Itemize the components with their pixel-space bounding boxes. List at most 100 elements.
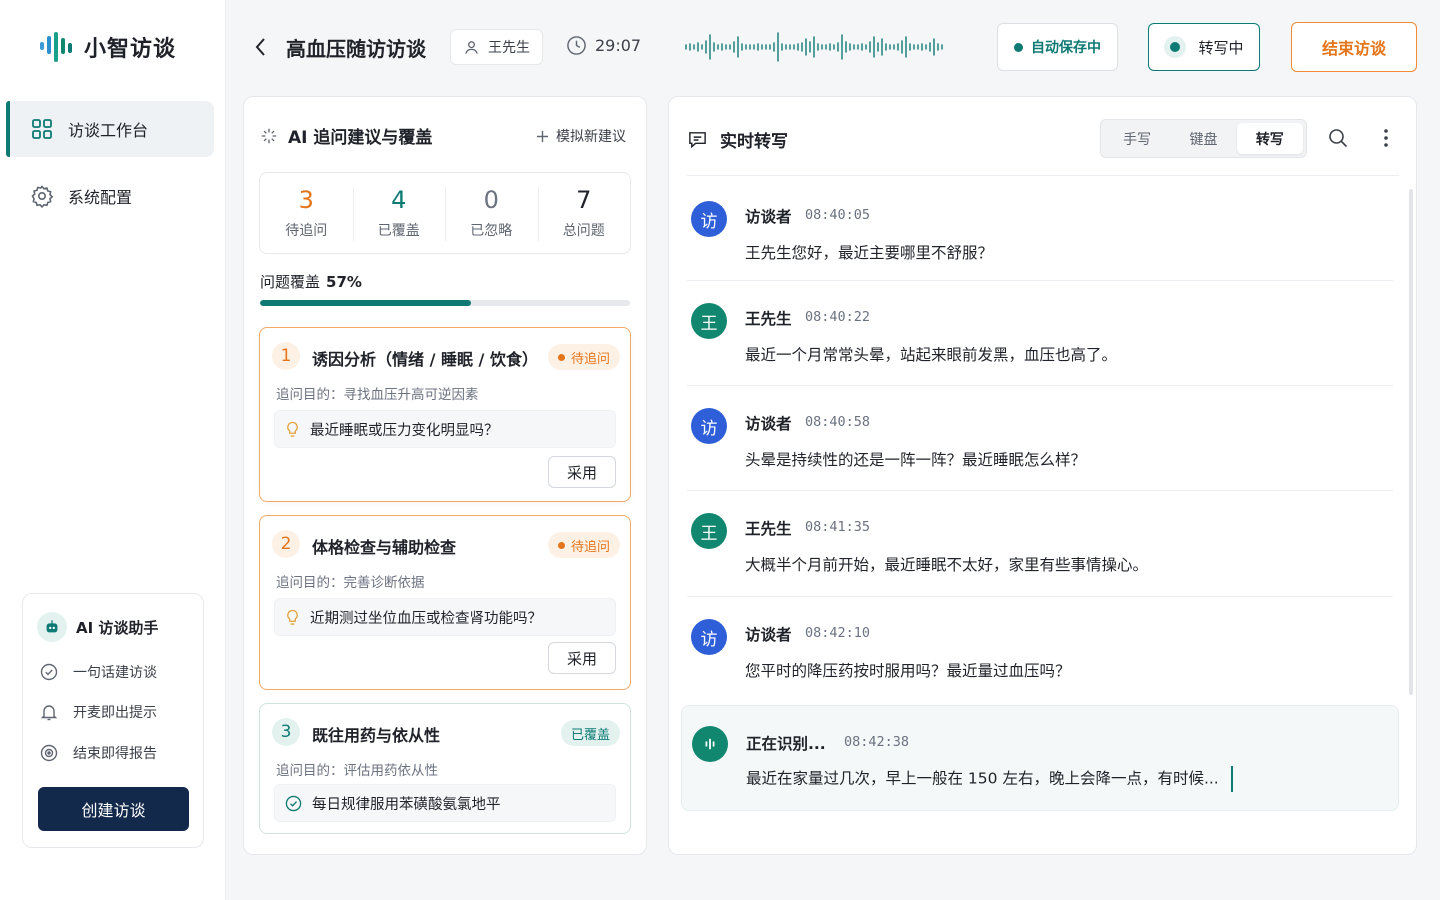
check-circle-icon bbox=[285, 795, 302, 811]
create-interview-button[interactable]: 创建访谈 bbox=[38, 787, 189, 831]
divider bbox=[687, 175, 1399, 176]
more-options-icon[interactable] bbox=[1378, 127, 1394, 149]
lightbulb-icon bbox=[287, 421, 298, 437]
stat-covered: 4 已覆盖 bbox=[352, 173, 446, 253]
simulate-suggestion-button[interactable]: 模拟新建议 bbox=[536, 126, 626, 146]
text-cursor bbox=[1230, 766, 1233, 792]
question-number: 1 bbox=[272, 342, 300, 370]
divider bbox=[687, 385, 1393, 386]
bell-icon bbox=[40, 705, 58, 721]
message-time: 08:42:38 bbox=[844, 734, 910, 750]
back-chevron-icon[interactable] bbox=[250, 34, 272, 60]
question-number: 2 bbox=[272, 530, 300, 558]
panel-title: 实时转写 bbox=[720, 132, 788, 152]
interviewee-name: 王先生 bbox=[488, 40, 530, 56]
message-text: 您平时的降压药按时服用吗？最近量过血压吗？ bbox=[745, 662, 1071, 680]
check-circle-icon bbox=[40, 663, 58, 681]
question-title: 诱因分析（情绪 / 睡眠 / 饮食） bbox=[312, 350, 538, 369]
end-interview-button[interactable]: 结束访谈 bbox=[1291, 22, 1417, 72]
coverage-label: 问题覆盖 57% bbox=[260, 273, 362, 291]
transcript-panel: 实时转写 手写 键盘 转写 访 访谈者 08:40:05 王先生您好，最近主要哪… bbox=[668, 96, 1417, 855]
avatar: 王 bbox=[691, 303, 727, 339]
divider bbox=[687, 490, 1393, 491]
timer-value: 29:07 bbox=[595, 36, 642, 55]
stat-total: 7 总问题 bbox=[537, 173, 631, 253]
avatar: 访 bbox=[691, 408, 727, 444]
target-icon bbox=[40, 744, 58, 762]
question-purpose: 追问目的：完善诊断依据 bbox=[276, 575, 425, 591]
tab-handwriting[interactable]: 手写 bbox=[1104, 123, 1170, 154]
assistant-feature: 开麦即出提示 bbox=[39, 702, 157, 722]
speaker-name: 王先生 bbox=[745, 310, 792, 328]
speaker-name: 访谈者 bbox=[745, 626, 792, 644]
waveform-icon bbox=[692, 726, 728, 762]
status-dot bbox=[1014, 42, 1023, 52]
message-text: 大概半个月前开始，最近睡眠不太好，家里有些事情操心。 bbox=[745, 556, 1149, 574]
ai-assistant-card: AI 访谈助手 一句话建访谈 开麦即出提示 结束即得报告 创建访谈 bbox=[22, 593, 204, 848]
live-text-line: 最近在家量过几次，早上一般在 150 左右，晚上会降一点，有时候... bbox=[746, 766, 1233, 792]
speaker-name: 访谈者 bbox=[745, 208, 792, 226]
live-text: 最近在家量过几次，早上一般在 150 左右，晚上会降一点，有时候... bbox=[746, 769, 1219, 788]
adopt-button[interactable]: 采用 bbox=[548, 642, 616, 674]
app-name: 小智访谈 bbox=[84, 37, 177, 62]
interview-timer: 29:07 bbox=[566, 35, 641, 56]
message-text: 王先生您好，最近主要哪里不舒服？ bbox=[745, 244, 994, 262]
assistant-title: AI 访谈助手 bbox=[76, 618, 159, 637]
speaker-name: 王先生 bbox=[745, 520, 792, 538]
message-time: 08:40:05 bbox=[805, 207, 871, 223]
message-time: 08:40:58 bbox=[805, 414, 871, 430]
panel-title: AI 追问建议与覆盖 bbox=[288, 128, 433, 148]
plus-icon bbox=[536, 130, 549, 142]
transcribe-toggle-button[interactable]: 转写中 bbox=[1148, 23, 1260, 71]
question-card: 3 既往用药与依从性 已覆盖 追问目的：评估用药依从性 每日规律服用苯磺酸氨氯地… bbox=[259, 703, 631, 834]
status-badge: 待追问 bbox=[547, 344, 620, 370]
sidebar-item-settings[interactable]: 系统配置 bbox=[6, 168, 214, 224]
question-card: 2 体格检查与辅助检查 待追问 追问目的：完善诊断依据 近期测过坐位血压或检查肾… bbox=[259, 515, 631, 690]
live-transcription: 正在识别... 08:42:38 最近在家量过几次，早上一般在 150 左右，晚… bbox=[681, 705, 1399, 811]
tab-transcribe[interactable]: 转写 bbox=[1236, 123, 1303, 154]
question-title: 体格检查与辅助检查 bbox=[312, 538, 457, 557]
status-badge: 已覆盖 bbox=[560, 720, 620, 746]
coverage-progress-fill bbox=[260, 300, 471, 306]
interviewee-chip[interactable]: 王先生 bbox=[450, 29, 543, 65]
user-icon bbox=[465, 40, 478, 54]
question-purpose: 追问目的：寻找血压升高可逆因素 bbox=[276, 387, 479, 403]
divider bbox=[687, 596, 1393, 597]
stat-ignored: 0 已忽略 bbox=[445, 173, 538, 253]
sidebar-item-label: 访谈工作台 bbox=[68, 121, 149, 140]
coverage-progress-bar bbox=[260, 300, 630, 306]
question-card: 1 诱因分析（情绪 / 睡眠 / 饮食） 待追问 追问目的：寻找血压升高可逆因素… bbox=[259, 327, 631, 502]
speaker-name: 访谈者 bbox=[745, 415, 792, 433]
lightbulb-icon bbox=[287, 609, 298, 625]
sidebar-item-label: 系统配置 bbox=[68, 188, 133, 207]
question-title: 既往用药与依从性 bbox=[312, 726, 441, 745]
message-text: 头晕是持续性的还是一阵一阵？最近睡眠怎么样？ bbox=[745, 451, 1087, 469]
grid-icon bbox=[32, 119, 52, 139]
suggestions-panel: AI 追问建议与覆盖 模拟新建议 3 待追问 4 已覆盖 0 已忽略 7 总问题… bbox=[243, 96, 647, 855]
autosave-status: 自动保存中 bbox=[997, 23, 1118, 71]
assistant-feature: 一句话建访谈 bbox=[39, 662, 157, 682]
avatar: 王 bbox=[691, 513, 727, 549]
app-logo[interactable]: 小智访谈 bbox=[38, 30, 176, 64]
suggested-question: 最近睡眠或压力变化明显吗？ bbox=[274, 410, 616, 448]
sparkle-icon bbox=[261, 128, 277, 143]
robot-icon bbox=[37, 612, 67, 642]
sidebar: 小智访谈 访谈工作台 系统配置 AI 访谈助手 一句话建访谈 开麦即出提示 结束… bbox=[0, 0, 226, 900]
logo-icon bbox=[40, 32, 72, 62]
avatar: 访 bbox=[691, 201, 727, 237]
stat-pending: 3 待追问 bbox=[285, 186, 328, 239]
scrollbar[interactable] bbox=[1409, 189, 1413, 695]
input-mode-switch: 手写 键盘 转写 bbox=[1100, 119, 1307, 158]
adopt-button[interactable]: 采用 bbox=[548, 456, 616, 488]
assistant-feature: 结束即得报告 bbox=[39, 743, 157, 763]
chat-icon bbox=[689, 132, 706, 149]
search-icon[interactable] bbox=[1328, 128, 1348, 148]
covered-answer: 每日规律服用苯磺酸氨氯地平 bbox=[274, 784, 616, 822]
divider bbox=[687, 280, 1393, 281]
sidebar-item-workbench[interactable]: 访谈工作台 bbox=[6, 101, 214, 157]
suggested-question: 近期测过坐位血压或检查肾功能吗？ bbox=[274, 598, 616, 636]
tab-keyboard[interactable]: 键盘 bbox=[1170, 123, 1236, 154]
question-purpose: 追问目的：评估用药依从性 bbox=[276, 763, 438, 779]
clock-icon bbox=[567, 36, 586, 55]
status-badge: 待追问 bbox=[547, 532, 620, 558]
